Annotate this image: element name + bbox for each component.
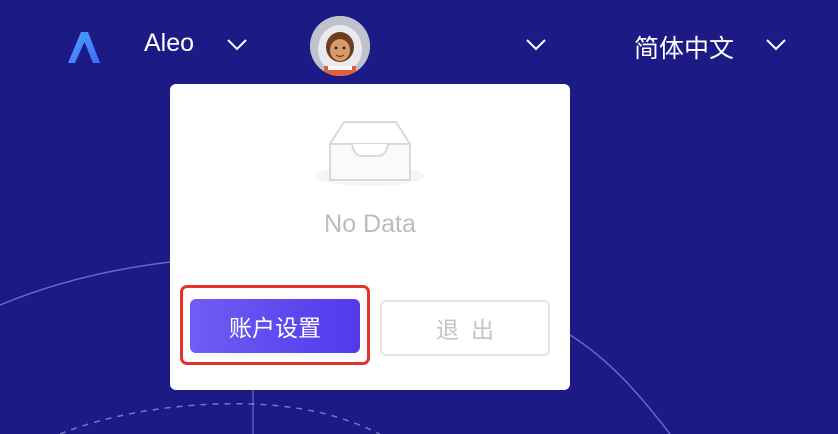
empty-inbox-icon xyxy=(314,114,426,190)
empty-state-text: No Data xyxy=(324,210,416,238)
account-settings-button[interactable]: 账户设置 xyxy=(190,299,360,353)
chevron-down-icon[interactable] xyxy=(525,37,547,53)
account-avatar[interactable] xyxy=(310,16,370,76)
top-navigation-bar: Aleo 简体中文 xyxy=(0,0,838,90)
network-selector-label[interactable]: Aleo xyxy=(144,29,194,58)
account-dropdown-panel: No Data 账户设置 退出 xyxy=(170,84,570,390)
chevron-down-icon[interactable] xyxy=(765,37,787,53)
chevron-down-icon[interactable] xyxy=(226,37,248,53)
aleo-logo-icon[interactable] xyxy=(66,30,102,64)
language-selector-label[interactable]: 简体中文 xyxy=(634,29,734,65)
logout-button[interactable]: 退出 xyxy=(380,300,550,356)
